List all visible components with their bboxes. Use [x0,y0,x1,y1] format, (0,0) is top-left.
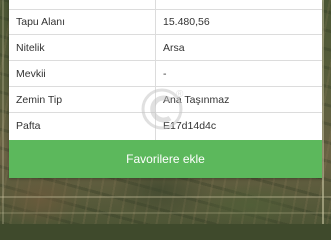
row-label: Tapu Alanı [16,16,66,28]
row-value: Arsa [163,42,185,54]
row-label: Nitelik [16,42,45,54]
property-details-panel: Tapu Alanı 15.480,56 Nitelik Arsa Mevkii… [9,0,322,178]
row-label: Zemin Tip [16,94,63,106]
row-value: - [163,68,167,80]
map-road [2,0,4,224]
table-row: Tapu Alanı 15.480,56 [9,9,322,35]
table-row: Pafta E17d14d4c [9,113,322,138]
row-value: 15.480,56 [163,16,210,28]
map-road [322,0,324,224]
row-label: Mevkii [16,68,46,80]
table-row: Nitelik Arsa [9,35,322,61]
map-field-edge [0,212,331,214]
map-field-edge [0,196,331,198]
table-row: Mevkii - [9,61,322,87]
row-value: Ana Taşınmaz [163,94,230,106]
add-to-favorites-button[interactable]: Favorilere ekle [9,140,322,178]
row-value: E17d14d4c [163,120,217,132]
table-row: Zemin Tip Ana Taşınmaz [9,87,322,113]
row-label: Pafta [16,120,41,132]
